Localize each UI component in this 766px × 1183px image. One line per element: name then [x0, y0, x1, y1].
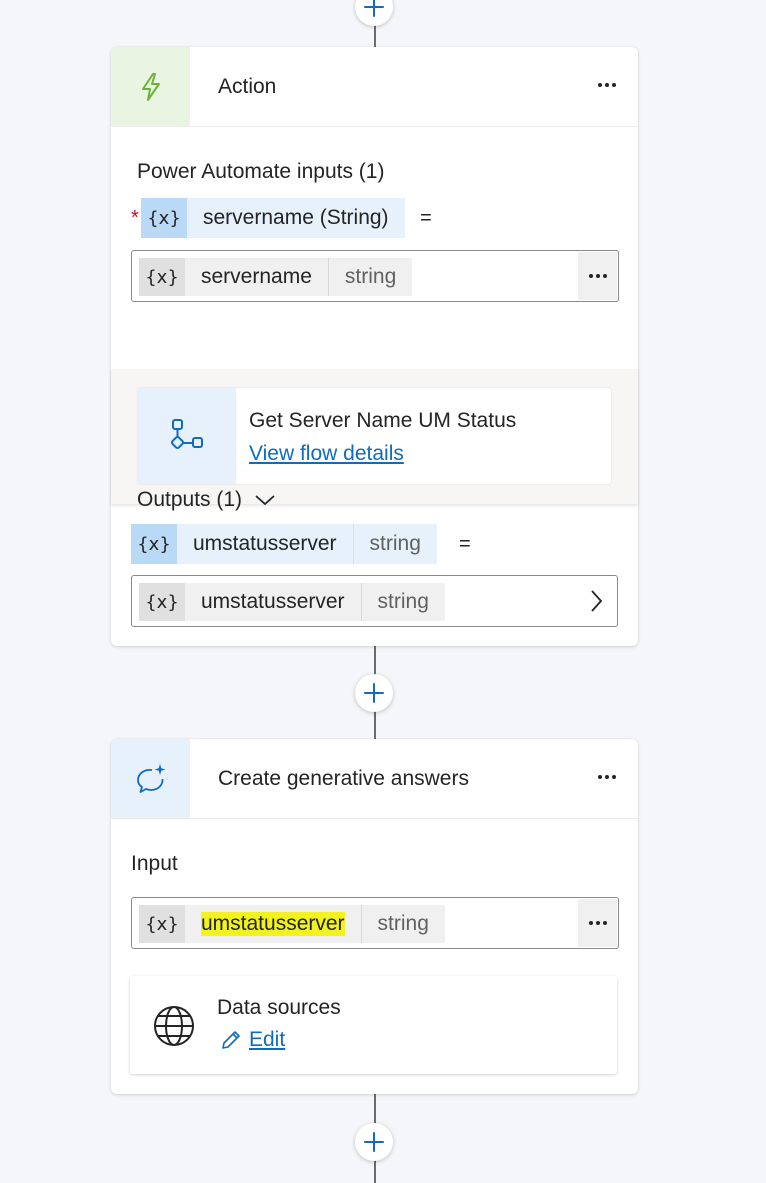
globe-icon: [154, 1006, 194, 1046]
flow-icon: [170, 419, 203, 450]
more-icon: [588, 274, 607, 278]
add-node-button[interactable]: [355, 1123, 393, 1161]
more-icon: [598, 775, 616, 779]
input-label: Input: [131, 852, 178, 875]
equals-sign: =: [459, 533, 471, 555]
variable-chip[interactable]: {x} umstatusserver string: [139, 905, 445, 943]
pencil-icon: [222, 1031, 240, 1049]
outputs-toggle[interactable]: Outputs (1): [137, 488, 276, 512]
plus-icon: [364, 683, 384, 703]
value-more-button[interactable]: [578, 252, 617, 300]
add-node-button[interactable]: [355, 0, 393, 26]
power-automate-inputs-label: Power Automate inputs (1): [137, 160, 385, 183]
view-flow-details-link[interactable]: View flow details: [249, 442, 404, 466]
generative-icon-box: [111, 739, 190, 818]
variable-chip-name: servername: [185, 258, 329, 296]
servername-value-field[interactable]: {x} servername string: [131, 250, 619, 302]
input-parameter-tag: {x} servername (String): [141, 198, 405, 238]
sparkle-chat-icon: [136, 763, 165, 793]
output-variable-tag: {x} umstatusserver string: [131, 524, 437, 564]
plus-icon: [364, 0, 384, 17]
add-node-button[interactable]: [355, 674, 393, 712]
generative-input-field[interactable]: {x} umstatusserver string: [131, 897, 619, 949]
flow-name: Get Server Name UM Status: [249, 409, 517, 432]
input-more-button[interactable]: [578, 899, 617, 947]
variable-chip-type: string: [361, 905, 445, 943]
variable-chip-name: umstatusserver: [185, 905, 362, 943]
flow-icon-box: [138, 388, 236, 484]
generative-card-title: Create generative answers: [218, 767, 469, 790]
more-icon: [598, 83, 616, 87]
variable-icon: {x}: [139, 905, 185, 943]
plus-icon: [364, 1132, 384, 1152]
variable-chip-type: string: [328, 258, 413, 296]
variable-chip[interactable]: {x} servername string: [139, 258, 413, 296]
highlighted-variable-name: umstatusserver: [201, 912, 345, 936]
variable-chip[interactable]: {x} umstatusserver string: [139, 583, 445, 621]
required-mark: *: [131, 207, 139, 229]
outputs-label: Outputs (1): [137, 488, 243, 511]
action-icon-box: [111, 47, 190, 126]
action-card[interactable]: Action Power Automate inputs (1) * {x} s…: [111, 47, 638, 646]
variable-chip-name: umstatusserver: [185, 583, 362, 621]
variable-icon: {x}: [139, 258, 185, 296]
edit-link[interactable]: Edit: [249, 1028, 285, 1052]
variable-chip-type: string: [361, 583, 445, 621]
generative-card-more-button[interactable]: [595, 767, 619, 787]
more-icon: [588, 921, 607, 925]
output-variable-name: umstatusserver: [193, 532, 337, 555]
generative-card-header: Create generative answers: [111, 739, 638, 819]
generative-answers-card[interactable]: Create generative answers Input {x} umst…: [111, 739, 638, 1094]
chevron-right-icon[interactable]: [589, 589, 603, 613]
lightning-icon: [141, 72, 160, 101]
action-card-header: Action: [111, 47, 638, 127]
data-sources-card: Data sources Edit: [130, 976, 617, 1074]
action-card-more-button[interactable]: [595, 75, 619, 95]
equals-sign: =: [420, 207, 432, 229]
variable-icon: {x}: [141, 198, 187, 238]
edit-data-sources-button[interactable]: Edit: [219, 1028, 285, 1052]
action-card-title: Action: [218, 75, 277, 98]
output-value-field[interactable]: {x} umstatusserver string: [131, 575, 618, 627]
flow-card[interactable]: Get Server Name UM Status View flow deta…: [138, 388, 611, 484]
chevron-down-icon: [255, 495, 275, 506]
variable-icon: {x}: [131, 524, 177, 564]
data-sources-title: Data sources: [217, 996, 341, 1019]
input-parameter-name: servername (String): [203, 206, 389, 229]
flow-section: Get Server Name UM Status View flow deta…: [111, 369, 638, 504]
variable-icon: {x}: [139, 583, 185, 621]
output-variable-type: string: [352, 524, 437, 564]
